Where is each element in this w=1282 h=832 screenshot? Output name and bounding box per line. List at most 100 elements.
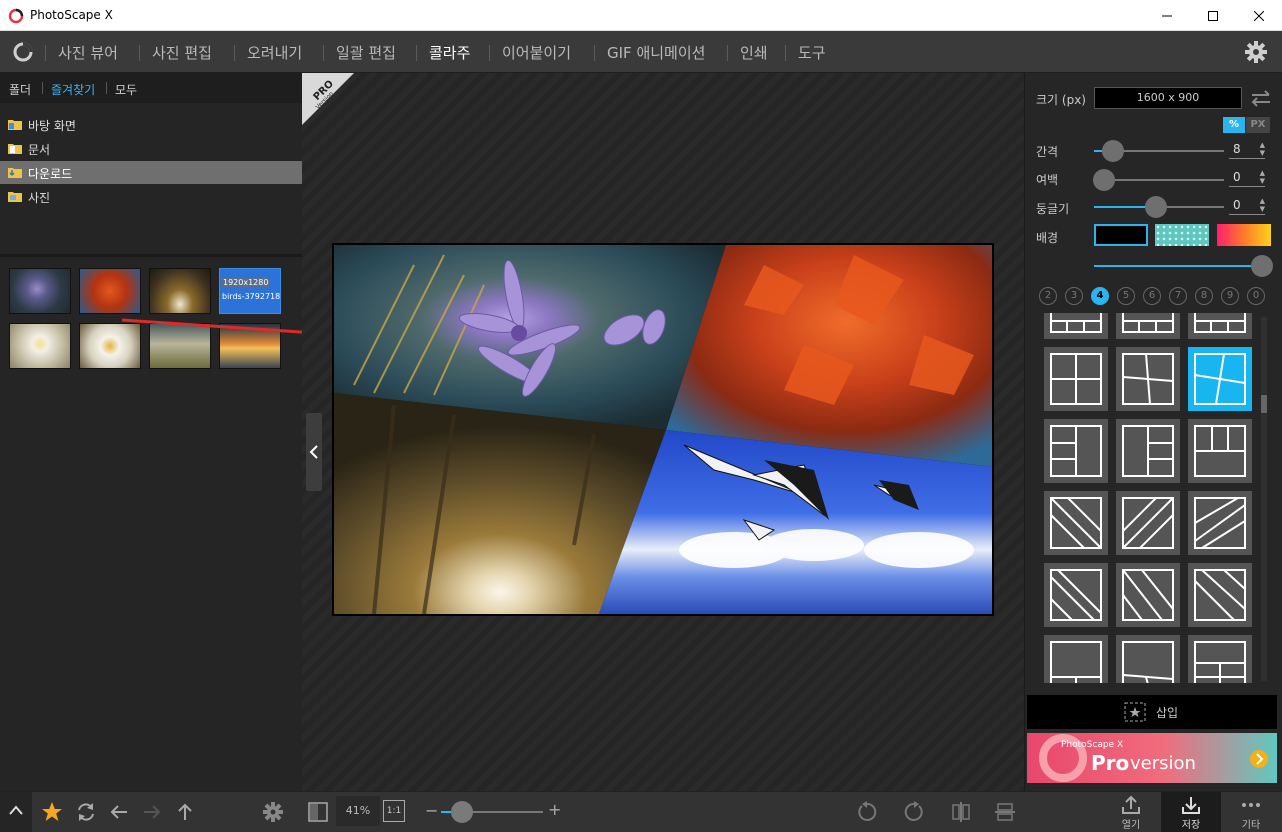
layout-option[interactable] [1044,347,1108,411]
layout-option[interactable] [1116,347,1180,411]
layout-option[interactable] [1044,563,1108,627]
zoom-actual-size-button[interactable]: 1:1 [383,800,405,822]
photo-count-9[interactable]: 9 [1221,287,1239,305]
background-gradient-swatch[interactable] [1217,224,1271,246]
tab-photo-viewer[interactable]: 사진 뷰어 [58,42,118,63]
collage-preview[interactable] [332,243,994,616]
thumbnail-tree-alley[interactable] [149,268,211,314]
expand-panel-button[interactable] [0,792,32,832]
layout-option[interactable] [1116,635,1180,683]
more-button[interactable]: 기타 [1221,792,1281,832]
tab-gif-animation[interactable]: GIF 애니메이션 [607,42,705,63]
layout-option[interactable] [1044,635,1108,683]
layout-scrollbar-thumb[interactable] [1261,395,1267,413]
spacing-value-input[interactable]: 8 ▲ ▼ [1229,141,1265,159]
layout-option[interactable] [1188,491,1252,555]
thumbnail-daisy-bee[interactable] [9,323,71,369]
tab-combine[interactable]: 이어붙이기 [502,42,571,63]
unit-px-toggle[interactable]: PX [1246,117,1270,133]
background-pattern-swatch[interactable] [1155,224,1209,246]
layout-option[interactable] [1116,419,1180,483]
tab-collage[interactable]: 콜라주 [429,42,470,63]
folder-documents[interactable]: 문서 [0,137,302,160]
layout-option[interactable] [1044,419,1108,483]
photo-count-8[interactable]: 8 [1195,287,1213,305]
thumbnail-birds-selected[interactable]: 1920x1280 birds-3792718_....jpg [219,268,281,314]
insert-button[interactable]: 삽입 [1027,695,1277,729]
rotate-right-icon[interactable] [903,801,925,823]
margin-value-input[interactable]: 0 ▲ ▼ [1229,169,1265,187]
layout-option[interactable] [1116,563,1180,627]
close-button[interactable] [1236,0,1282,31]
tab-folder[interactable]: 폴더 [9,81,31,98]
photo-count-4[interactable]: 4 [1091,287,1109,305]
layout-option[interactable] [1188,563,1252,627]
spin-arrows-icon[interactable]: ▲ ▼ [1260,197,1265,213]
chevron-up-icon [9,805,23,815]
thumbnail-autumn-leaves[interactable] [79,268,141,314]
refresh-icon[interactable] [75,801,97,823]
open-button[interactable]: 열기 [1101,792,1161,832]
panel-divider[interactable] [0,254,302,257]
photo-count-7[interactable]: 7 [1169,287,1187,305]
layout-option[interactable] [1188,635,1252,683]
layout-option[interactable] [1188,419,1252,483]
up-arrow-icon[interactable] [174,801,196,823]
folder-desktop[interactable]: 바탕 화면 [0,113,302,136]
photo-count-6[interactable]: 6 [1143,287,1161,305]
roundness-value-input[interactable]: 0 ▲ ▼ [1229,197,1265,215]
pro-version-banner[interactable]: PhotoScape X Pro version [1027,733,1277,783]
photo-count-3[interactable]: 3 [1065,287,1083,305]
browser-settings-gear-icon[interactable] [262,801,284,823]
size-select[interactable]: 1600 x 900 [1094,87,1242,109]
opacity-slider-knob[interactable] [1251,255,1273,277]
tab-cut-out[interactable]: 오려내기 [247,42,302,63]
tab-batch[interactable]: 일괄 편집 [336,42,396,63]
back-arrow-icon[interactable] [108,801,130,823]
forward-arrow-icon[interactable] [141,801,163,823]
rotate-left-icon[interactable] [856,801,878,823]
layout-option[interactable] [1044,491,1108,555]
zoom-slider-knob[interactable] [451,801,473,823]
home-icon[interactable] [12,41,34,63]
layout-option[interactable] [1116,491,1180,555]
layout-option-selected[interactable] [1188,347,1252,411]
folder-pictures[interactable]: 사진 [0,185,302,208]
thumbnail-dimensions: 1920x1280 [222,278,270,287]
tab-photo-editor[interactable]: 사진 편집 [152,42,212,63]
photo-count-5[interactable]: 5 [1117,287,1135,305]
fit-screen-icon[interactable] [307,801,329,823]
photo-count-10[interactable]: 0 [1247,287,1265,305]
tab-all[interactable]: 모두 [115,81,137,98]
maximize-button[interactable] [1190,0,1236,31]
layout-option[interactable] [1044,313,1108,339]
flip-vertical-icon[interactable] [994,801,1016,823]
layout-option[interactable] [1116,313,1180,339]
roundness-slider-knob[interactable] [1145,196,1167,218]
flip-horizontal-icon[interactable] [950,801,972,823]
zoom-out-button[interactable]: − [425,801,438,820]
photo-count-2[interactable]: 2 [1039,287,1057,305]
settings-gear-icon[interactable] [1244,40,1268,64]
tab-print[interactable]: 인쇄 [740,42,768,63]
swap-orientation-icon[interactable] [1249,87,1273,109]
spacing-slider-knob[interactable] [1102,140,1124,162]
spin-arrows-icon[interactable]: ▲ ▼ [1260,169,1265,185]
background-solid-swatch[interactable] [1094,224,1148,246]
folder-downloads[interactable]: 다운로드 [0,161,302,184]
collapse-panel-button[interactable] [306,413,322,491]
thumbnail-flower[interactable] [9,268,71,314]
tab-tools[interactable]: 도구 [798,42,826,63]
minimize-button[interactable] [1144,0,1190,31]
layout-scrollbar[interactable] [1261,317,1267,681]
tab-favorites[interactable]: 즐겨찾기 [51,81,95,98]
zoom-in-button[interactable]: + [548,800,561,819]
margin-slider-knob[interactable] [1093,169,1115,191]
save-button[interactable]: 저장 [1161,792,1221,832]
bottom-toolbar: 41% 1:1 − + 열기 저장 기타 [0,791,1282,832]
star-favorite-icon[interactable] [41,801,63,823]
unit-percent-toggle[interactable]: % [1223,117,1245,133]
folder-icon [8,120,22,130]
spin-arrows-icon[interactable]: ▲ ▼ [1260,141,1265,157]
layout-option[interactable] [1188,313,1252,339]
